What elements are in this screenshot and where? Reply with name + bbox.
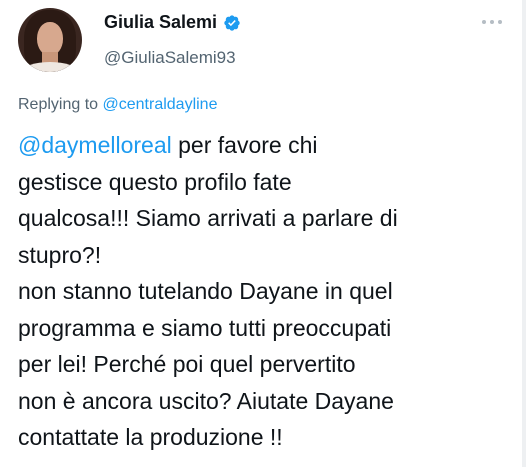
author-name-row: Giulia Salemi — [104, 12, 241, 33]
mention-link[interactable]: @daymelloreal — [18, 132, 172, 158]
more-dot — [490, 20, 494, 24]
avatar[interactable] — [18, 8, 82, 72]
more-dot — [498, 20, 502, 24]
verified-badge-icon — [224, 14, 240, 31]
more-dot — [482, 20, 486, 24]
more-options-icon[interactable] — [482, 20, 502, 24]
author-handle[interactable]: @GiuliaSalemi93 — [104, 48, 236, 68]
tweet-card: Giulia Salemi @GiuliaSalemi93 Replying t… — [0, 0, 526, 467]
tweet-text: @daymelloreal per favore chi gestisce qu… — [18, 127, 518, 456]
replying-prefix: Replying to — [18, 96, 103, 113]
right-edge-divider — [522, 0, 526, 467]
replying-to-link[interactable]: @centraldayline — [103, 96, 218, 113]
replying-to-line: Replying to @centraldayline — [18, 96, 217, 114]
tweet-body: per favore chi gestisce questo profilo f… — [18, 132, 398, 450]
avatar-face — [37, 22, 63, 56]
author-display-name[interactable]: Giulia Salemi — [104, 12, 217, 33]
